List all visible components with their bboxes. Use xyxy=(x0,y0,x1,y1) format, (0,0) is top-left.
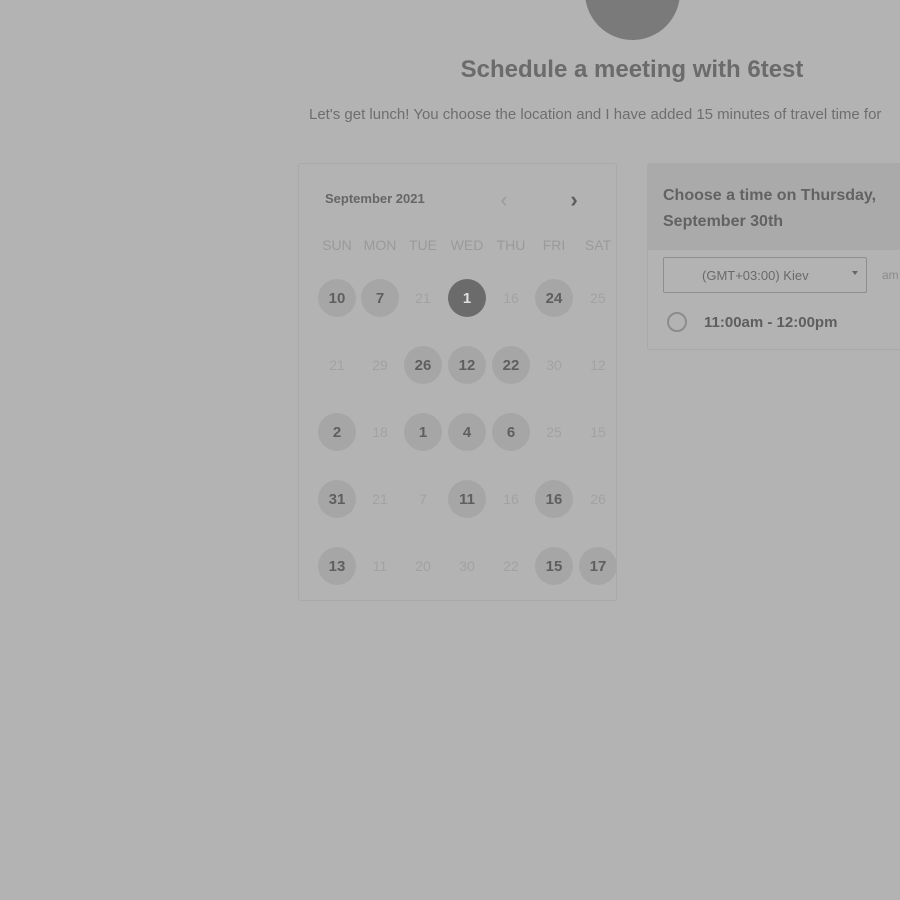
weekday-label: THU xyxy=(496,237,526,253)
calendar-day-unavailable: 16 xyxy=(503,491,519,507)
calendar-day-available[interactable]: 16 xyxy=(535,480,573,518)
chevron-right-icon: › xyxy=(570,187,578,212)
weekday-label: SAT xyxy=(584,237,612,253)
calendar-day-available[interactable]: 22 xyxy=(492,346,530,384)
page-title: Schedule a meeting with 6test xyxy=(460,56,804,83)
time-picker-header: Choose a time on Thursday, September 30t… xyxy=(648,164,900,250)
time-picker-panel: Choose a time on Thursday, September 30t… xyxy=(647,163,900,350)
time-slot-option[interactable]: 11:00am - 12:00pm xyxy=(667,312,837,332)
calendar-day-unavailable: 18 xyxy=(372,424,388,440)
weekday-header: SUN MON TUE WED THU FRI SAT xyxy=(299,237,618,255)
caret-down-icon xyxy=(852,271,858,275)
radio-button[interactable] xyxy=(667,312,687,332)
time-format-toggle[interactable]: am xyxy=(882,268,899,282)
time-slot-label: 11:00am - 12:00pm xyxy=(704,313,838,331)
weekday-label: TUE xyxy=(409,237,437,253)
calendar-day-available[interactable]: 13 xyxy=(318,547,356,585)
weekday-label: MON xyxy=(363,237,397,253)
avatar: 6 xyxy=(585,0,680,40)
calendar-day-available[interactable]: 1 xyxy=(404,413,442,451)
calendar-day-available[interactable]: 6 xyxy=(492,413,530,451)
calendar-day-available[interactable]: 7 xyxy=(361,279,399,317)
calendar-day-unavailable: 7 xyxy=(419,491,427,507)
weekday-label: FRI xyxy=(542,237,566,253)
weekday-label: SUN xyxy=(322,237,352,253)
calendar-day-unavailable: 21 xyxy=(415,290,431,306)
chevron-left-icon: ‹ xyxy=(500,187,508,212)
prev-month-button[interactable]: ‹ xyxy=(494,187,514,212)
calendar-day-available[interactable]: 4 xyxy=(448,413,486,451)
calendar-day-unavailable: 12 xyxy=(590,357,606,373)
calendar-day-unavailable: 20 xyxy=(415,558,431,574)
next-month-button[interactable]: › xyxy=(564,187,584,212)
calendar-day-available[interactable]: 31 xyxy=(318,480,356,518)
calendar-day-unavailable: 29 xyxy=(372,357,388,373)
calendar-day-unavailable: 26 xyxy=(590,491,606,507)
calendar-day-unavailable: 25 xyxy=(546,424,562,440)
calendar-day-available[interactable]: 12 xyxy=(448,346,486,384)
timezone-select[interactable]: (GMT+03:00) Kiev xyxy=(663,257,867,293)
calendar-day-available[interactable]: 2 xyxy=(318,413,356,451)
meeting-description: Let's get lunch! You choose the location… xyxy=(309,106,882,123)
calendar-day-unavailable: 11 xyxy=(372,558,388,574)
date-picker-calendar: September 2021 ‹ › SUN MON TUE WED THU FRI SAT… xyxy=(298,163,617,601)
calendar-day-unavailable: 15 xyxy=(590,424,606,440)
timezone-value: (GMT+03:00) Kiev xyxy=(702,267,809,283)
weekday-label: WED xyxy=(450,237,484,253)
calendar-day-available[interactable]: 26 xyxy=(404,346,442,384)
calendar-day-unavailable: 21 xyxy=(329,357,345,373)
calendar-day-available[interactable]: 11 xyxy=(448,480,486,518)
calendar-day-unavailable: 16 xyxy=(503,290,519,306)
calendar-day-unavailable: 22 xyxy=(503,558,519,574)
calendar-day-available[interactable]: 17 xyxy=(579,547,617,585)
calendar-day-unavailable: 30 xyxy=(459,558,475,574)
calendar-day-available[interactable]: 24 xyxy=(535,279,573,317)
calendar-day-unavailable: 21 xyxy=(372,491,388,507)
calendar-month-label: September 2021 xyxy=(325,191,425,206)
avatar-initial: 6 xyxy=(626,0,638,2)
calendar-day-unavailable: 25 xyxy=(590,290,606,306)
calendar-day-available[interactable]: 15 xyxy=(535,547,573,585)
calendar-day-available[interactable]: 10 xyxy=(318,279,356,317)
calendar-day-unavailable: 30 xyxy=(546,357,562,373)
calendar-day-selected[interactable]: 1 xyxy=(448,279,486,317)
